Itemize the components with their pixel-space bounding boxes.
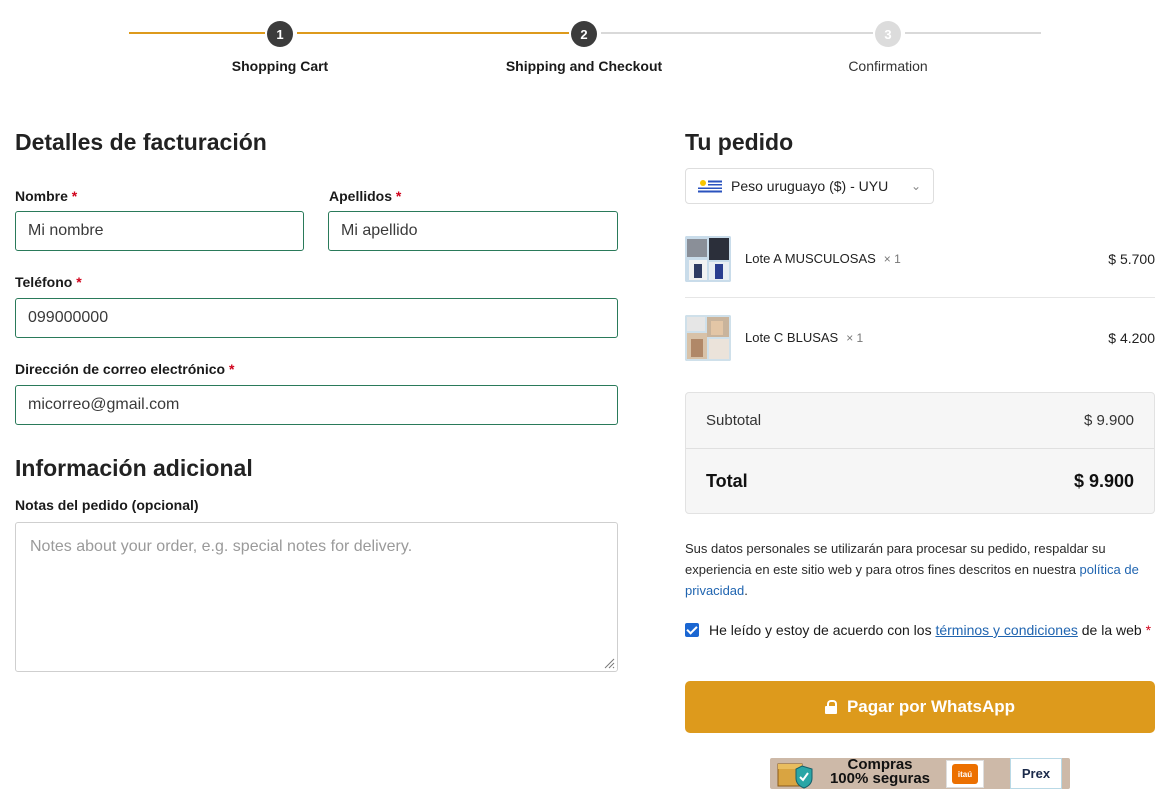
step-connector [129, 32, 265, 34]
step-connector [297, 32, 569, 34]
prex-logo: Prex [1010, 758, 1062, 789]
checkout-stepper: 1 2 3 Shopping Cart Shipping and Checkou… [0, 18, 1167, 88]
step-3-number: 3 [875, 21, 901, 47]
notes-label: Notas del pedido (opcional) [15, 497, 199, 513]
secure-text: Compras 100% seguras [824, 757, 936, 787]
additional-title: Información adicional [15, 455, 253, 481]
first-name-label: Nombre * [15, 188, 77, 204]
item-quantity: × 1 [883, 251, 901, 266]
required-mark: * [76, 274, 82, 290]
total-label: Total [706, 471, 748, 491]
currency-value: Peso uruguayo ($) - UYU [731, 178, 889, 194]
terms-link[interactable]: términos y condiciones [935, 622, 1077, 638]
totals-divider [686, 448, 1154, 449]
order-title: Tu pedido [685, 129, 794, 155]
item-price: $ 5.700 [1108, 250, 1155, 267]
total-row: Total $ 9.900 [706, 471, 1134, 492]
item-quantity: × 1 [846, 330, 864, 345]
email-input[interactable]: micorreo@gmail.com [15, 385, 618, 425]
step-2-label: Shipping and Checkout [505, 58, 663, 74]
item-price: $ 4.200 [1108, 329, 1155, 346]
pay-button-label: Pagar por WhatsApp [846, 697, 1016, 716]
uruguay-flag-icon [698, 178, 722, 194]
secure-payment-badge: Compras 100% seguras itaú Prex [770, 757, 1070, 789]
first-name-input[interactable]: Mi nombre [15, 211, 304, 251]
step-1-number: 1 [267, 21, 293, 47]
last-name-input[interactable]: Mi apellido [328, 211, 618, 251]
order-item: Lote C BLUSAS × 1 $ 4.200 [685, 314, 1155, 361]
order-notes-textarea[interactable]: Notes about your order, e.g. special not… [15, 522, 618, 672]
last-name-label: Apellidos * [329, 188, 401, 204]
notes-placeholder: Notes about your order, e.g. special not… [30, 538, 413, 555]
lock-icon [824, 700, 837, 714]
itau-label: itaú [952, 764, 978, 784]
item-name: Lote C BLUSAS [745, 330, 839, 345]
step-3-label: Confirmation [848, 58, 928, 74]
billing-title: Detalles de facturación [15, 129, 267, 155]
phone-input[interactable]: 099000000 [15, 298, 618, 338]
secure-line-2: 100% seguras [829, 770, 931, 787]
terms-checkbox[interactable] [685, 623, 699, 637]
step-connector [601, 32, 873, 34]
subtotal-value: $ 9.900 [1083, 412, 1134, 429]
required-mark: * [71, 188, 78, 204]
chevron-down-icon: ⌄ [910, 179, 921, 193]
pay-whatsapp-button[interactable]: Pagar por WhatsApp [685, 681, 1155, 733]
order-item: Lote A MUSCULOSAS × 1 $ 5.700 [685, 235, 1155, 282]
shield-box-icon [777, 763, 813, 789]
required-mark: * [1145, 622, 1152, 638]
phone-label-text: Teléfono [15, 274, 73, 290]
privacy-text: Sus datos personales se utilizarán para … [685, 541, 1106, 577]
email-label: Dirección de correo electrónico * [15, 361, 234, 377]
terms-agreement: He leído y estoy de acuerdo con los térm… [685, 620, 1157, 641]
privacy-notice: Sus datos personales se utilizarán para … [685, 538, 1157, 601]
order-totals: Subtotal $ 9.900 Total $ 9.900 [685, 392, 1155, 514]
resize-grip-icon[interactable] [603, 657, 615, 669]
item-divider [685, 297, 1155, 298]
privacy-end: . [744, 583, 748, 598]
last-name-label-text: Apellidos [329, 188, 393, 204]
product-thumbnail [685, 235, 731, 282]
item-name: Lote A MUSCULOSAS [745, 251, 876, 266]
phone-label: Teléfono * [15, 274, 82, 290]
terms-text-before: He leído y estoy de acuerdo con los [709, 622, 936, 638]
required-mark: * [228, 361, 235, 377]
product-thumbnail [685, 314, 731, 361]
subtotal-row: Subtotal $ 9.900 [706, 412, 1134, 429]
email-label-text: Dirección de correo electrónico [15, 361, 226, 377]
required-mark: * [395, 188, 402, 204]
terms-text-after: de la web [1077, 622, 1146, 638]
itau-logo: itaú [946, 760, 984, 788]
total-value: $ 9.900 [1073, 471, 1134, 491]
step-connector [905, 32, 1041, 34]
subtotal-label: Subtotal [706, 412, 762, 429]
currency-select[interactable]: Peso uruguayo ($) - UYU ⌄ [685, 168, 934, 204]
step-2-number: 2 [571, 21, 597, 47]
step-1-label: Shopping Cart [231, 58, 329, 74]
first-name-label-text: Nombre [15, 188, 68, 204]
